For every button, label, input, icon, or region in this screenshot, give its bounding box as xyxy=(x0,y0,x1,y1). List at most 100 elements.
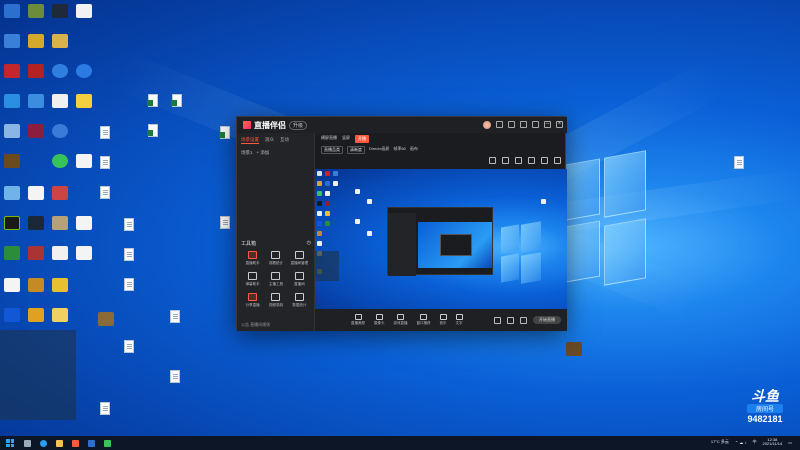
tool-item[interactable]: 直播助手 xyxy=(241,251,264,266)
windows-start-icon[interactable] xyxy=(6,439,14,447)
app-icon[interactable] xyxy=(28,4,44,18)
stream-preview[interactable] xyxy=(315,169,567,309)
cloth-icon[interactable] xyxy=(508,121,515,128)
add-scene-button[interactable]: + 添加 xyxy=(257,150,270,156)
speaker-icon[interactable] xyxy=(507,316,514,324)
beauty-button[interactable]: 直播美颜 xyxy=(351,314,365,326)
quality-chip[interactable]: 清晰度 xyxy=(347,146,365,154)
app-icon[interactable] xyxy=(52,246,68,260)
app-icon[interactable] xyxy=(4,278,20,292)
notification-icon[interactable]: ▭ xyxy=(788,440,792,445)
close-icon[interactable]: × xyxy=(556,121,563,128)
app-icon[interactable] xyxy=(4,246,20,260)
app-icon[interactable] xyxy=(76,4,92,18)
tool-item[interactable]: 分享直播 xyxy=(241,293,264,308)
fullscreen-icon[interactable] xyxy=(515,157,522,164)
gear-icon[interactable] xyxy=(520,316,527,324)
app-icon[interactable] xyxy=(28,94,44,108)
text-button[interactable]: 文字 xyxy=(455,314,463,326)
document-icon[interactable] xyxy=(170,370,180,383)
clock[interactable]: 12:38 2021/11/14 xyxy=(762,437,782,447)
document-icon[interactable] xyxy=(124,248,134,261)
app-icon[interactable] xyxy=(4,4,20,18)
copy-icon[interactable] xyxy=(528,157,535,164)
app-icon[interactable] xyxy=(28,124,44,138)
scene-row[interactable]: 场景1 + 添加 xyxy=(237,148,314,158)
app-icon[interactable] xyxy=(566,342,582,356)
settings-icon[interactable] xyxy=(520,121,527,128)
app-icon[interactable] xyxy=(76,94,92,108)
document-icon[interactable] xyxy=(220,216,230,229)
menu-icon[interactable] xyxy=(532,121,539,128)
tab-landscape[interactable]: 横屏直播 xyxy=(321,135,337,143)
tool-item[interactable]: 视频录制 xyxy=(264,293,287,308)
mail-icon[interactable] xyxy=(496,121,503,128)
document-icon[interactable] xyxy=(100,156,110,169)
share-icon[interactable] xyxy=(554,157,561,164)
spreadsheet-icon[interactable] xyxy=(147,124,158,137)
document-icon[interactable] xyxy=(100,186,110,199)
spreadsheet-icon[interactable] xyxy=(219,126,230,139)
app-icon[interactable] xyxy=(4,124,20,138)
document-icon[interactable] xyxy=(124,278,134,291)
tab-audience[interactable]: 观众 xyxy=(265,137,274,144)
app-icon[interactable] xyxy=(72,439,79,447)
app-icon[interactable] xyxy=(52,186,68,200)
app-icon[interactable] xyxy=(4,34,20,48)
app-icon[interactable] xyxy=(28,34,44,48)
app-icon[interactable] xyxy=(52,278,68,292)
app-icon[interactable] xyxy=(52,64,68,78)
window-capture-button[interactable]: 窗口捕获 xyxy=(417,314,431,326)
render-chip[interactable]: Directx画质 xyxy=(369,146,389,154)
tool-item[interactable]: 弹幕助手 xyxy=(241,272,264,287)
app-icon[interactable] xyxy=(52,154,68,168)
app-icon[interactable] xyxy=(52,34,68,48)
version-badge[interactable]: 升级 xyxy=(289,120,308,130)
avatar[interactable] xyxy=(483,121,491,129)
app-icon[interactable] xyxy=(4,216,20,230)
tab-scene[interactable]: 场景设置 xyxy=(241,137,259,144)
tab-interact[interactable]: 互动 xyxy=(280,137,289,144)
tray-icons[interactable]: ⌃ ☁ ♪ xyxy=(735,440,747,445)
document-icon[interactable] xyxy=(100,126,110,139)
app-icon[interactable] xyxy=(98,312,114,326)
app-icon[interactable] xyxy=(52,4,68,18)
side-footer[interactable]: 公告 直播间规则 xyxy=(241,322,270,328)
document-icon[interactable] xyxy=(734,156,744,169)
tool-item[interactable]: 主播工具 xyxy=(264,272,287,287)
app-icon[interactable] xyxy=(52,94,68,108)
app-icon[interactable] xyxy=(28,308,44,322)
document-icon[interactable] xyxy=(100,402,110,415)
canvas-chip[interactable]: 画布 xyxy=(410,146,418,154)
music-button[interactable]: 音乐 xyxy=(439,314,447,326)
mic-icon[interactable] xyxy=(494,316,501,324)
camera-button[interactable]: 摄像头 xyxy=(374,314,385,326)
app-icon[interactable] xyxy=(28,64,44,78)
tool-item[interactable]: 数据统计 xyxy=(288,293,311,308)
app-icon[interactable] xyxy=(52,308,68,322)
app-icon[interactable] xyxy=(104,439,111,447)
app-icon[interactable] xyxy=(4,154,20,168)
app-icon[interactable] xyxy=(28,186,44,200)
app-icon[interactable] xyxy=(4,94,20,108)
app-icon[interactable] xyxy=(76,154,92,168)
app-icon[interactable] xyxy=(28,246,44,260)
start-live-button[interactable]: 开始直播 xyxy=(533,316,561,324)
spreadsheet-icon[interactable] xyxy=(171,94,182,107)
layout-icon[interactable] xyxy=(489,157,496,164)
app-icon[interactable] xyxy=(28,216,44,230)
app-icon[interactable] xyxy=(52,124,68,138)
app-icon[interactable] xyxy=(76,64,92,78)
app-icon[interactable] xyxy=(28,278,44,292)
game-capture-button[interactable]: 游戏直播 xyxy=(394,314,408,326)
edge-icon[interactable] xyxy=(40,439,47,447)
fps-chip[interactable]: 帧率60 xyxy=(393,146,405,154)
live-chip[interactable]: 开播 xyxy=(355,135,369,143)
app-icon[interactable] xyxy=(52,216,68,230)
document-icon[interactable] xyxy=(124,340,134,353)
minimize-icon[interactable]: – xyxy=(544,121,551,128)
lock-icon[interactable] xyxy=(502,157,509,164)
app-icon[interactable] xyxy=(4,186,20,200)
app-icon[interactable] xyxy=(4,308,20,322)
app-icon[interactable] xyxy=(76,216,92,230)
